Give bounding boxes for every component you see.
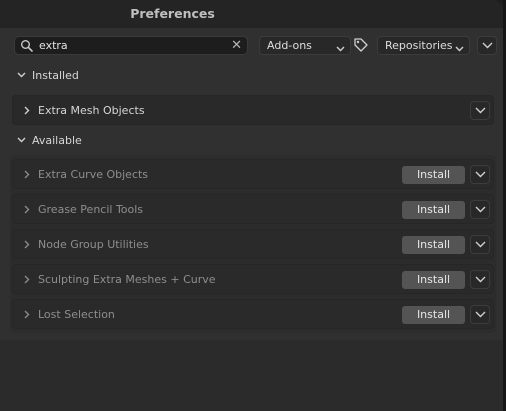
section-installed-header[interactable]: Installed	[14, 69, 134, 83]
search-field[interactable]: extra ✕	[14, 36, 248, 55]
install-button[interactable]: Install	[402, 236, 465, 254]
addon-name: Extra Curve Objects	[38, 168, 149, 181]
addon-menu-button[interactable]	[470, 165, 490, 184]
addon-name: Node Group Utilities	[38, 238, 149, 251]
chevron-down-icon	[475, 276, 486, 283]
addon-name: Extra Mesh Objects	[38, 104, 145, 117]
install-button[interactable]: Install	[402, 306, 465, 324]
chevron-down-icon	[455, 42, 464, 55]
chevron-down-icon	[17, 137, 26, 143]
chevron-down-icon	[475, 241, 486, 248]
addon-name: Lost Selection	[38, 308, 115, 321]
addon-menu-button[interactable]	[470, 305, 490, 324]
chevron-down-icon	[336, 42, 345, 55]
install-button[interactable]: Install	[402, 201, 465, 219]
install-button[interactable]: Install	[402, 271, 465, 289]
addon-row[interactable]: Sculpting Extra Meshes + Curve Install	[12, 264, 494, 294]
category-dropdown-label: Add-ons	[267, 39, 312, 52]
chevron-down-icon	[482, 42, 493, 49]
options-menu-button[interactable]	[477, 36, 497, 55]
addon-menu-button[interactable]	[470, 200, 490, 219]
addon-name: Sculpting Extra Meshes + Curve	[38, 273, 216, 286]
chevron-down-icon	[475, 107, 486, 114]
bottom-area	[0, 340, 503, 411]
chevron-down-icon	[475, 311, 486, 318]
addon-menu-button[interactable]	[470, 101, 490, 120]
chevron-down-icon	[17, 72, 26, 78]
repository-dropdown-label: Repositories	[385, 39, 453, 52]
tag-icon[interactable]	[353, 37, 369, 56]
addon-menu-button[interactable]	[470, 235, 490, 254]
window-title: Preferences	[130, 6, 215, 21]
preferences-window: Preferences extra ✕ Add-ons Repositories…	[0, 0, 503, 411]
section-installed-label: Installed	[32, 69, 79, 82]
section-available-label: Available	[32, 134, 82, 147]
search-icon	[20, 39, 34, 56]
addon-name: Grease Pencil Tools	[38, 203, 144, 216]
addon-menu-button[interactable]	[470, 270, 490, 289]
close-icon[interactable]: ✕	[231, 38, 242, 53]
search-input[interactable]: extra	[39, 39, 68, 52]
chevron-right-icon	[24, 240, 30, 249]
title-bar[interactable]: Preferences	[0, 0, 503, 28]
repository-dropdown[interactable]: Repositories	[377, 36, 470, 55]
addon-row[interactable]: Lost Selection Install	[12, 299, 494, 329]
section-available-header[interactable]: Available	[14, 134, 134, 148]
chevron-right-icon	[24, 275, 30, 284]
chevron-right-icon	[24, 170, 30, 179]
addon-row[interactable]: Grease Pencil Tools Install	[12, 194, 494, 224]
chevron-right-icon	[24, 205, 30, 214]
install-button[interactable]: Install	[402, 166, 465, 184]
addon-row[interactable]: Node Group Utilities Install	[12, 229, 494, 259]
addon-row-installed[interactable]: Extra Mesh Objects	[12, 95, 494, 125]
addon-row[interactable]: Extra Curve Objects Install	[12, 159, 494, 189]
chevron-down-icon	[475, 206, 486, 213]
chevron-right-icon	[24, 310, 30, 319]
chevron-down-icon	[475, 171, 486, 178]
category-dropdown[interactable]: Add-ons	[259, 36, 351, 55]
chevron-right-icon	[24, 106, 30, 115]
